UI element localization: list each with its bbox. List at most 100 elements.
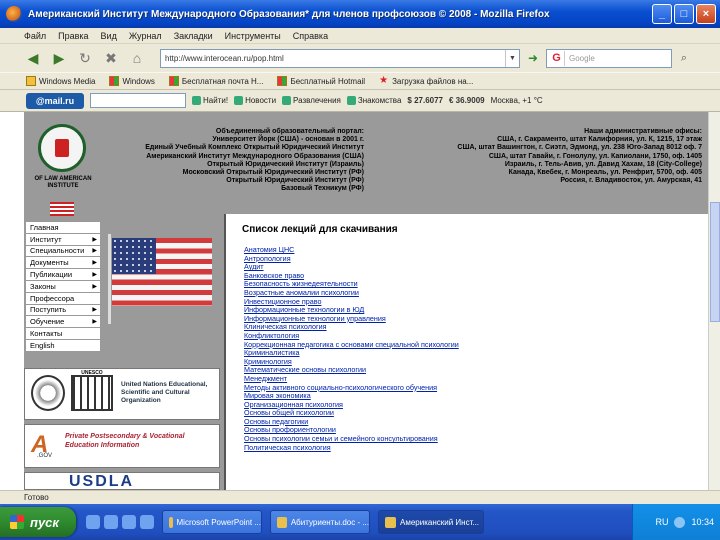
task-label: Американский Инст... (400, 517, 480, 527)
popup-title: Список лекций для скачивания (242, 224, 398, 235)
nav-item-professors[interactable]: Профессора (26, 292, 100, 305)
eur-rate[interactable]: € 36.9009 (449, 96, 485, 105)
mailru-logo[interactable]: @mail.ru (26, 92, 84, 109)
chevron-right-icon: ▶ (92, 236, 97, 243)
search-engine-icon[interactable]: G (549, 50, 565, 66)
menu-tools[interactable]: Инструменты (225, 31, 281, 41)
lecture-link[interactable]: Математические основы психологии (244, 366, 700, 375)
page-scrollbar[interactable] (708, 112, 720, 490)
tray-icon[interactable] (674, 516, 686, 528)
lecture-link[interactable]: Антропология (244, 254, 700, 264)
menu-history[interactable]: Журнал (129, 31, 162, 41)
lecture-link[interactable]: Методы активного социально-психологическ… (244, 383, 700, 393)
home-icon[interactable]: ⌂ (126, 47, 148, 69)
menu-bookmarks[interactable]: Закладки (174, 31, 213, 41)
clock[interactable]: 10:34 (691, 517, 714, 527)
unesco-logo[interactable]: UNESCO United Nations Educational, Scien… (24, 368, 220, 420)
portal-info: Объединенный образовательный портал: Уни… (94, 128, 364, 194)
nav-item-label: Обучение (30, 317, 65, 327)
go-arrow-icon[interactable]: ➜ (524, 49, 542, 67)
menu-help[interactable]: Справка (293, 31, 328, 41)
office-line: Израиль, г. Тель-Авив, ул. Давид Хахам, … (504, 160, 702, 168)
nav-item-label: Профессора (30, 293, 75, 303)
lecture-link[interactable]: Анатомия ЦНС (244, 245, 700, 255)
usdla-wordmark: USDLA (69, 473, 135, 490)
portal-line: Открытый Юридический Институт (Израиль) (207, 160, 364, 168)
lecture-link[interactable]: Аудит (244, 263, 700, 272)
menu-edit[interactable]: Правка (58, 31, 88, 41)
seal-icon (38, 124, 86, 172)
nav-item-apply[interactable]: Поступить ▶ (26, 304, 100, 317)
nav-item-english[interactable]: English (26, 339, 100, 352)
quick-launch-icon[interactable] (104, 515, 118, 529)
nav-item-laws[interactable]: Законы ▶ (26, 280, 100, 293)
url-text: http://www.interocean.ru/pop.html (165, 53, 284, 63)
lecture-link[interactable]: Клиническая психология (244, 323, 700, 332)
minimize-button[interactable]: _ (652, 4, 672, 24)
quick-launch-icon[interactable] (86, 515, 100, 529)
lecture-link[interactable]: Криминалистика (244, 349, 700, 358)
nav-item-documents[interactable]: Документы ▶ (26, 257, 100, 270)
office-line: США, штат Вашингтон, г. Сиэтл, Эдмонд, у… (457, 144, 702, 152)
taskbar-item-powerpoint[interactable]: Microsoft PowerPoint ... (162, 510, 262, 534)
bookmark-label: Windows (122, 76, 155, 86)
mailru-dating-label: Знакомства (357, 96, 402, 105)
task-label: Абитуриенты.doc - ... (290, 517, 369, 527)
nav-item-home[interactable]: Главная (26, 222, 100, 234)
lecture-link[interactable]: Основы общей психологии (244, 409, 700, 418)
page-scroll-thumb[interactable] (710, 202, 720, 322)
nav-item-study[interactable]: Обучение ▶ (26, 316, 100, 329)
bookmark-folder-icon (26, 76, 36, 86)
taskbar-item-firefox[interactable]: Американский Инст... (378, 510, 484, 534)
nav-item-institute[interactable]: Институт ▶ (26, 233, 100, 246)
office-line: Россия, г. Владивосток, ул. Амурская, 41 (560, 177, 702, 185)
bookmark-free-mail[interactable]: Бесплатная почта H... (168, 76, 263, 86)
nav-item-publications[interactable]: Публикации ▶ (26, 269, 100, 281)
close-button[interactable]: × (696, 4, 716, 24)
maximize-button[interactable]: □ (674, 4, 694, 24)
window-controls: _ □ × (652, 4, 716, 24)
ppsv-logo[interactable]: A .GOV Private Postsecondary & Vocationa… (24, 424, 220, 468)
chevron-right-icon: ▶ (92, 248, 97, 255)
star-icon: ★ (379, 75, 389, 86)
office-line: Канада, Квебек, г. Монреаль, ул. Ренфрит… (508, 169, 702, 177)
office-line: США, г. Сакраменто, штат Калифорния, ул.… (497, 136, 702, 144)
nav-item-specialties[interactable]: Специальности ▶ (26, 245, 100, 258)
stop-icon[interactable]: ✖ (100, 47, 122, 69)
mailru-news-button[interactable]: Новости (234, 96, 276, 105)
search-input[interactable]: G Google (546, 48, 672, 68)
search-icon[interactable]: ⌕ (676, 50, 692, 66)
mailru-news-label: Новости (245, 96, 277, 105)
chevron-right-icon: ▶ (92, 307, 97, 314)
back-arrow-icon[interactable]: ◀ (22, 47, 44, 69)
flag-stars (112, 238, 156, 274)
forward-arrow-icon[interactable]: ▶ (48, 47, 70, 69)
lecture-link[interactable]: Политическая психология (244, 443, 700, 453)
url-bar[interactable]: http://www.interocean.ru/pop.html ▼ (160, 48, 520, 68)
taskbar-item-word[interactable]: Абитуриенты.doc - ... (270, 510, 370, 534)
quick-launch-icon[interactable] (122, 515, 136, 529)
reload-icon[interactable]: ↻ (74, 47, 96, 69)
quick-launch-icon[interactable] (140, 515, 154, 529)
start-button[interactable]: пуск (0, 507, 76, 537)
url-dropdown-icon[interactable]: ▼ (505, 49, 519, 67)
mailru-find-button[interactable]: Найти! (192, 96, 228, 105)
lectures-popup: Список лекций для скачивания Анатомия ЦН… (224, 214, 708, 490)
nav-item-label: English (30, 340, 55, 350)
language-indicator[interactable]: RU (655, 517, 668, 527)
window-titlebar[interactable]: Американский Институт Международного Обр… (0, 0, 720, 28)
menu-view[interactable]: Вид (101, 31, 117, 41)
bookmark-windows[interactable]: Windows (109, 76, 155, 86)
usd-rate[interactable]: $ 27.6077 (407, 96, 443, 105)
bookmark-uploads[interactable]: ★ Загрузка файлов на... (379, 76, 473, 86)
bookmark-hotmail[interactable]: Бесплатный Hotmail (277, 76, 365, 86)
nav-item-contacts[interactable]: Контакты (26, 328, 100, 340)
mailru-dating-button[interactable]: Знакомства (346, 96, 402, 105)
weather-widget[interactable]: Москва, +1 °C (491, 96, 543, 105)
mailru-search-input[interactable] (90, 93, 186, 108)
usdla-logo[interactable]: USDLA (24, 472, 220, 490)
menu-file[interactable]: Файл (24, 31, 46, 41)
bookmark-windows-media[interactable]: Windows Media (26, 76, 95, 86)
mailru-fun-button[interactable]: Развлечения (282, 96, 341, 105)
lecture-link[interactable]: Коррекционная педагогика с основами спец… (244, 340, 700, 350)
